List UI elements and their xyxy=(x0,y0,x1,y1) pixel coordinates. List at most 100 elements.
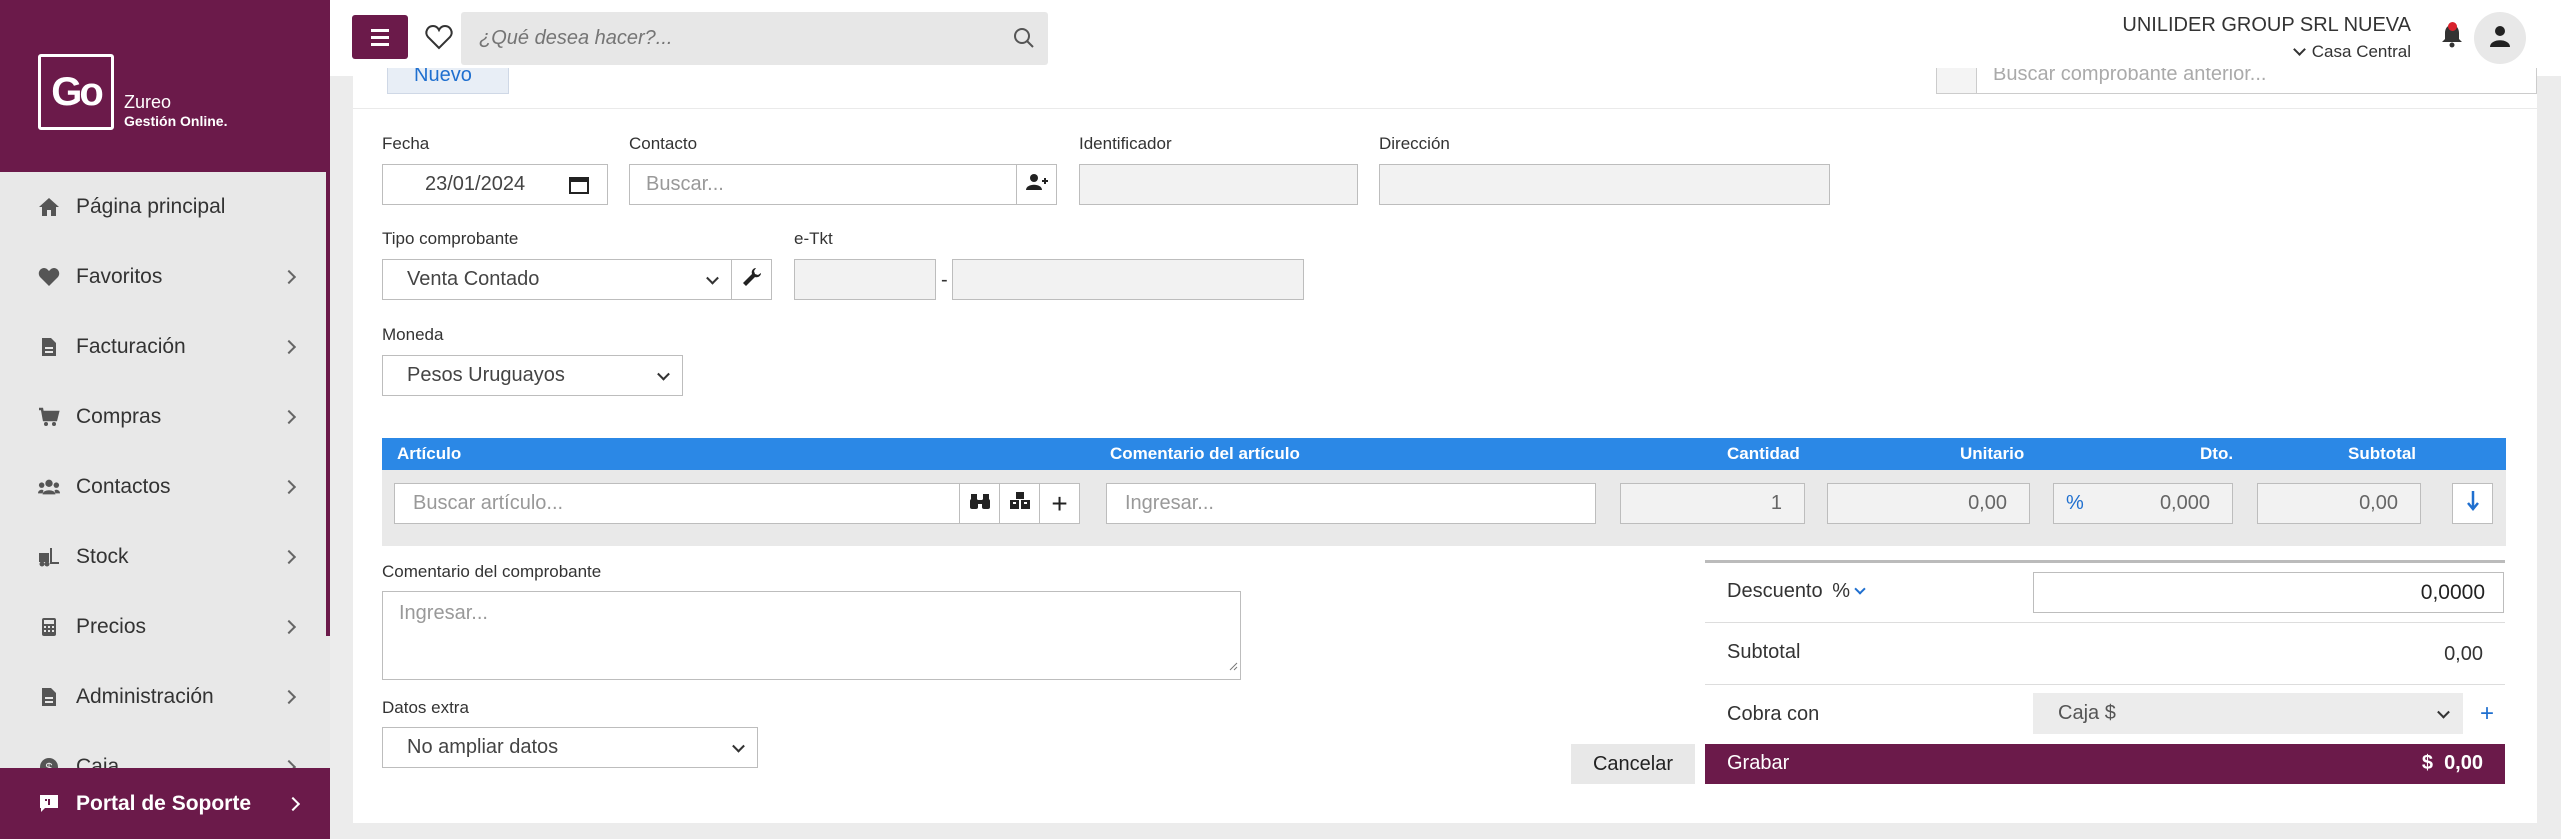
calendar-icon[interactable] xyxy=(569,176,589,200)
col-comentario: Comentario del artículo xyxy=(1110,444,1300,463)
save-button[interactable]: Grabar $ 0,00 xyxy=(1705,744,2505,784)
users-icon xyxy=(38,476,60,498)
col-articulo: Artículo xyxy=(397,444,462,463)
sidebar-item-label: Favoritos xyxy=(76,265,163,288)
branch-selector[interactable]: Casa Central xyxy=(2292,42,2411,62)
col-cantidad: Cantidad xyxy=(1727,444,1800,463)
direccion-label: Dirección xyxy=(1379,134,1450,153)
sidebar-nav: Página principal Favoritos Facturación C… xyxy=(0,172,326,768)
insert-line-button[interactable] xyxy=(2452,483,2493,524)
sidebar-item-stock[interactable]: Stock xyxy=(0,522,326,592)
search-icon[interactable] xyxy=(1012,26,1036,55)
add-contact-button[interactable] xyxy=(1016,164,1057,205)
global-search-input[interactable] xyxy=(479,12,999,65)
sidebar-item-precios[interactable]: Precios xyxy=(0,592,326,662)
coin-icon: $ xyxy=(38,756,60,768)
sidebar-item-label: Compras xyxy=(76,405,162,428)
chevron-right-icon xyxy=(281,549,297,565)
stock-lookup-button[interactable] xyxy=(999,483,1040,524)
subtotal-linea-field: 0,00 xyxy=(2257,483,2421,524)
etkt-numero-input[interactable] xyxy=(952,259,1304,300)
chevron-down-icon xyxy=(706,271,719,285)
descuento-global-input[interactable]: 0,0000 xyxy=(2033,572,2504,613)
fecha-input[interactable]: 23/01/2024 xyxy=(382,164,608,205)
sidebar-item-label: Página principal xyxy=(76,195,226,218)
chevron-down-icon xyxy=(732,739,745,753)
contacto-input[interactable]: Buscar... xyxy=(629,164,1017,205)
chevron-right-icon xyxy=(281,269,297,285)
previous-document-search[interactable]: Buscar comprobante anterior... xyxy=(1936,68,2537,94)
save-label: Grabar xyxy=(1727,752,1790,774)
identificador-input[interactable] xyxy=(1079,164,1358,205)
menu-toggle-button[interactable] xyxy=(352,15,408,59)
articulo-search-input[interactable]: Buscar artículo... xyxy=(394,483,960,524)
sidebar-item-caja[interactable]: $ Caja xyxy=(0,732,326,768)
descuento-type-toggle[interactable]: % xyxy=(1832,580,1866,602)
resize-handle-icon[interactable] xyxy=(1228,654,1238,677)
cobra-con-label: Cobra con xyxy=(1727,703,1820,725)
sidebar-item-facturacion[interactable]: Facturación xyxy=(0,312,326,382)
favorites-heart-icon[interactable] xyxy=(422,20,456,54)
moneda-value: Pesos Uruguayos xyxy=(407,364,565,386)
datos-extra-label: Datos extra xyxy=(382,698,469,717)
direccion-input[interactable] xyxy=(1379,164,1830,205)
sidebar-item-pagina-principal[interactable]: Página principal xyxy=(0,172,326,242)
top-bar: UNILIDER GROUP SRL NUEVA Casa Central xyxy=(330,0,2561,76)
cancel-button[interactable]: Cancelar xyxy=(1571,744,1695,784)
company-name[interactable]: UNILIDER GROUP SRL NUEVA xyxy=(2122,14,2411,37)
moneda-select[interactable]: Pesos Uruguayos xyxy=(382,355,683,396)
sidebar-item-label: Precios xyxy=(76,615,147,638)
etkt-serie-input[interactable] xyxy=(794,259,936,300)
unitario-input[interactable]: 0,00 xyxy=(1827,483,2030,524)
sidebar-item-label: Caja xyxy=(76,755,120,768)
cobra-con-value: Caja $ xyxy=(2058,702,2116,724)
chevron-down-icon xyxy=(2437,705,2450,719)
tipo-comprobante-label: Tipo comprobante xyxy=(382,229,519,248)
logo-mark: Go xyxy=(38,54,114,130)
sidebar-scrollbar[interactable] xyxy=(326,172,330,636)
user-avatar[interactable] xyxy=(2474,12,2526,64)
comentario-comprobante-placeholder: Ingresar... xyxy=(399,602,488,624)
percent-toggle[interactable]: % xyxy=(2066,492,2084,515)
sidebar-item-favoritos[interactable]: Favoritos xyxy=(0,242,326,312)
descuento-linea-input[interactable]: % 0,000 xyxy=(2053,483,2233,524)
new-button[interactable]: Nuevo xyxy=(387,68,509,94)
add-payment-button[interactable]: + xyxy=(2470,693,2504,734)
articulo-comentario-input[interactable]: Ingresar... xyxy=(1106,483,1596,524)
cantidad-input[interactable]: 1 xyxy=(1620,483,1805,524)
cobra-con-select[interactable]: Caja $ xyxy=(2033,693,2463,734)
chevron-right-icon xyxy=(281,479,297,495)
chevron-right-icon xyxy=(281,339,297,355)
sidebar-item-administracion[interactable]: Administración xyxy=(0,662,326,732)
binoculars-button[interactable] xyxy=(959,483,1000,524)
plus-icon: + xyxy=(1051,487,1068,519)
document-icon xyxy=(38,336,60,358)
sidebar-item-compras[interactable]: Compras xyxy=(0,382,326,452)
tipo-comprobante-config-button[interactable] xyxy=(731,259,772,300)
sidebar-item-contactos[interactable]: Contactos xyxy=(0,452,326,522)
chat-icon xyxy=(38,793,60,815)
comentario-comprobante-textarea[interactable]: Ingresar... xyxy=(382,591,1241,680)
refresh-icon[interactable] xyxy=(1937,68,1977,93)
branch-name: Casa Central xyxy=(2311,42,2411,61)
sidebar: Go Zureo Gestión Online. Página principa… xyxy=(0,0,330,839)
chevron-right-icon xyxy=(281,759,297,768)
col-dto: Dto. xyxy=(2200,444,2234,463)
tipo-comprobante-select[interactable]: Venta Contado xyxy=(382,259,732,300)
chevron-down-icon xyxy=(657,367,670,381)
contacto-placeholder: Buscar... xyxy=(646,173,724,195)
add-article-button[interactable]: + xyxy=(1039,483,1080,524)
datos-extra-select[interactable]: No ampliar datos xyxy=(382,727,758,768)
svg-text:$: $ xyxy=(45,760,53,768)
sidebar-item-portal-soporte[interactable]: Portal de Soporte xyxy=(0,768,330,839)
contacto-label: Contacto xyxy=(629,134,698,153)
support-label: Portal de Soporte xyxy=(76,791,252,815)
previous-document-search-placeholder: Buscar comprobante anterior... xyxy=(1993,68,2267,85)
chevron-right-icon xyxy=(285,796,301,811)
global-search[interactable] xyxy=(461,12,1048,65)
sidebar-item-label: Contactos xyxy=(76,475,171,498)
enter-arrow-icon xyxy=(2466,489,2480,518)
warehouse-icon xyxy=(1009,491,1031,516)
chevron-right-icon xyxy=(281,619,297,635)
page-scrollbar[interactable] xyxy=(2537,76,2561,823)
